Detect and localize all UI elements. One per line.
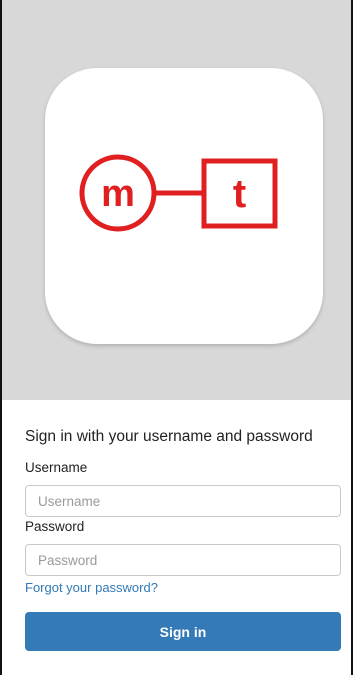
sign-in-button[interactable]: Sign in: [25, 612, 341, 651]
logo-letter-t: t: [233, 172, 246, 216]
logo-banner: m t: [2, 0, 351, 400]
password-input[interactable]: [25, 544, 341, 576]
app-logo-tile: m t: [45, 68, 323, 344]
username-input[interactable]: [25, 485, 341, 517]
signin-heading: Sign in with your username and password: [25, 428, 313, 445]
login-page: m t Sign in with your username and passw…: [0, 0, 353, 675]
password-label: Password: [25, 519, 85, 534]
username-label: Username: [25, 460, 88, 475]
signin-form: Sign in with your username and password …: [25, 428, 341, 651]
forgot-password-link[interactable]: Forgot your password?: [25, 580, 158, 596]
logo-letter-m: m: [101, 173, 135, 215]
app-logo: m t: [79, 154, 278, 232]
